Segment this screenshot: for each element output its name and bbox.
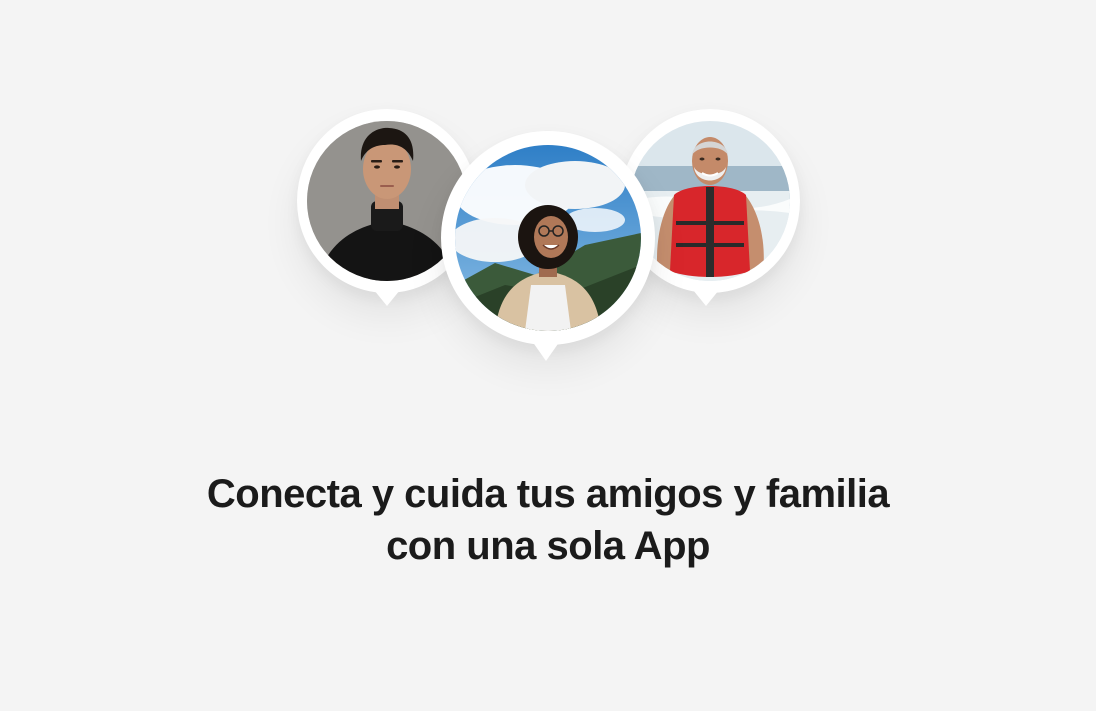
avatar-pin-tail: [532, 341, 560, 361]
avatar-photo-woman: [455, 145, 641, 331]
onboarding-screen: Conecta y cuida tus amigos y familia con…: [0, 0, 1096, 711]
page-title-line1: Conecta y cuida tus amigos y familia: [206, 471, 890, 516]
avatar-pin-center: [441, 131, 655, 366]
avatar-pin-tail: [374, 290, 400, 306]
page-title-line2: con una sola App: [386, 523, 710, 568]
page-title: Conecta y cuida tus amigos y familia con…: [0, 468, 1096, 572]
avatar-pin-tail: [693, 290, 719, 306]
